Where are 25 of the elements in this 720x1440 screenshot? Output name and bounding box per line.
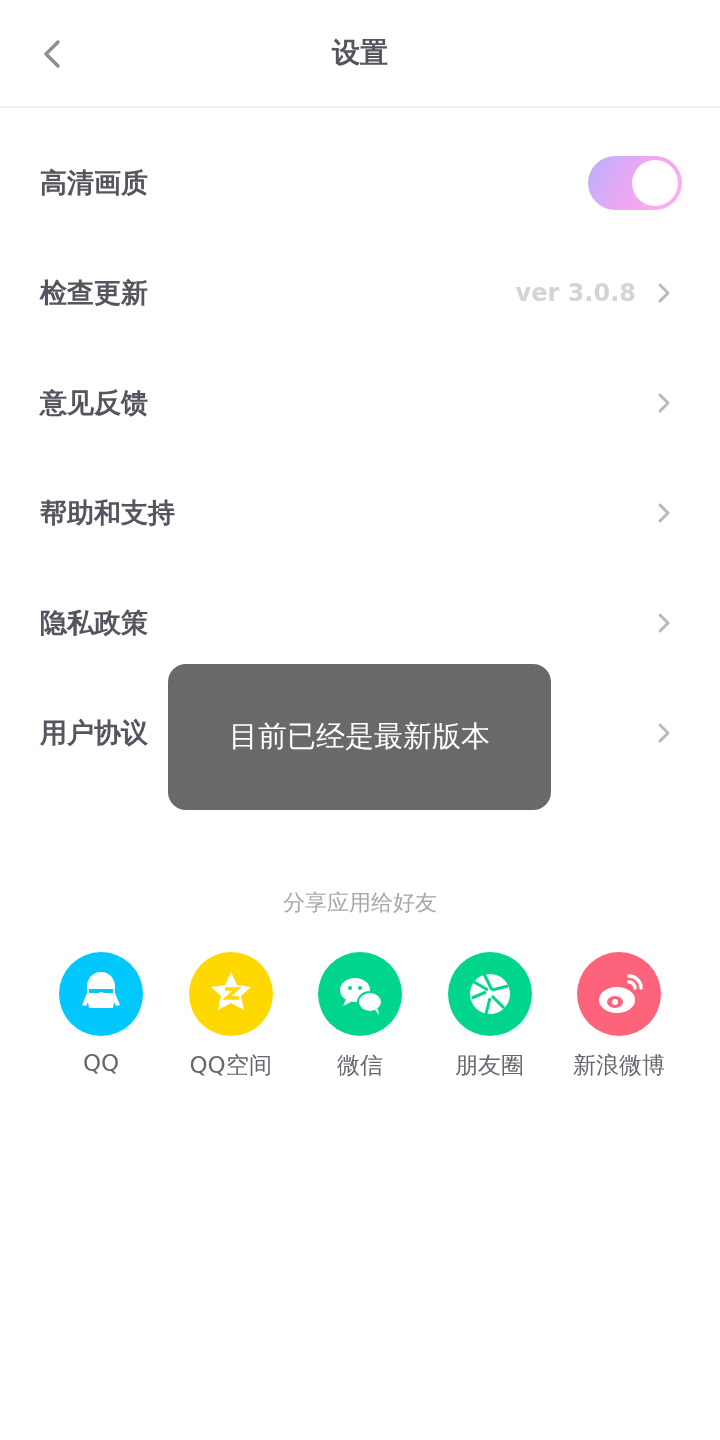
share-label: QQ空间 — [189, 1051, 272, 1080]
setting-label: 检查更新 — [40, 276, 148, 310]
setting-label: 用户协议 — [40, 716, 148, 750]
setting-label: 高清画质 — [40, 166, 148, 200]
share-icon[interactable] — [447, 952, 532, 1036]
share-label: QQ — [82, 1050, 120, 1076]
toggle-switch[interactable] — [588, 156, 682, 210]
share-icon[interactable] — [59, 952, 143, 1036]
share-icon[interactable] — [318, 952, 402, 1036]
page-title: 设置 — [332, 35, 388, 71]
chevron-icon[interactable] — [656, 501, 672, 525]
share-title: 分享应用给好友 — [283, 889, 437, 917]
share-label: 新浪微博 — [573, 1051, 665, 1080]
chevron-icon[interactable] — [656, 611, 672, 635]
toast-message: 目前已经是最新版本 — [168, 664, 551, 810]
chevron-icon[interactable] — [656, 721, 672, 745]
chevron-icon[interactable] — [656, 281, 672, 305]
share-label: 朋友圈 — [455, 1051, 524, 1080]
setting-label: 帮助和支持 — [40, 496, 175, 530]
setting-label: 意见反馈 — [40, 386, 148, 420]
setting-label: 隐私政策 — [40, 606, 148, 640]
share-icon[interactable] — [577, 952, 661, 1036]
share-label: 微信 — [337, 1051, 383, 1080]
share-icon[interactable] — [188, 952, 273, 1036]
chevron-icon[interactable] — [656, 391, 672, 415]
